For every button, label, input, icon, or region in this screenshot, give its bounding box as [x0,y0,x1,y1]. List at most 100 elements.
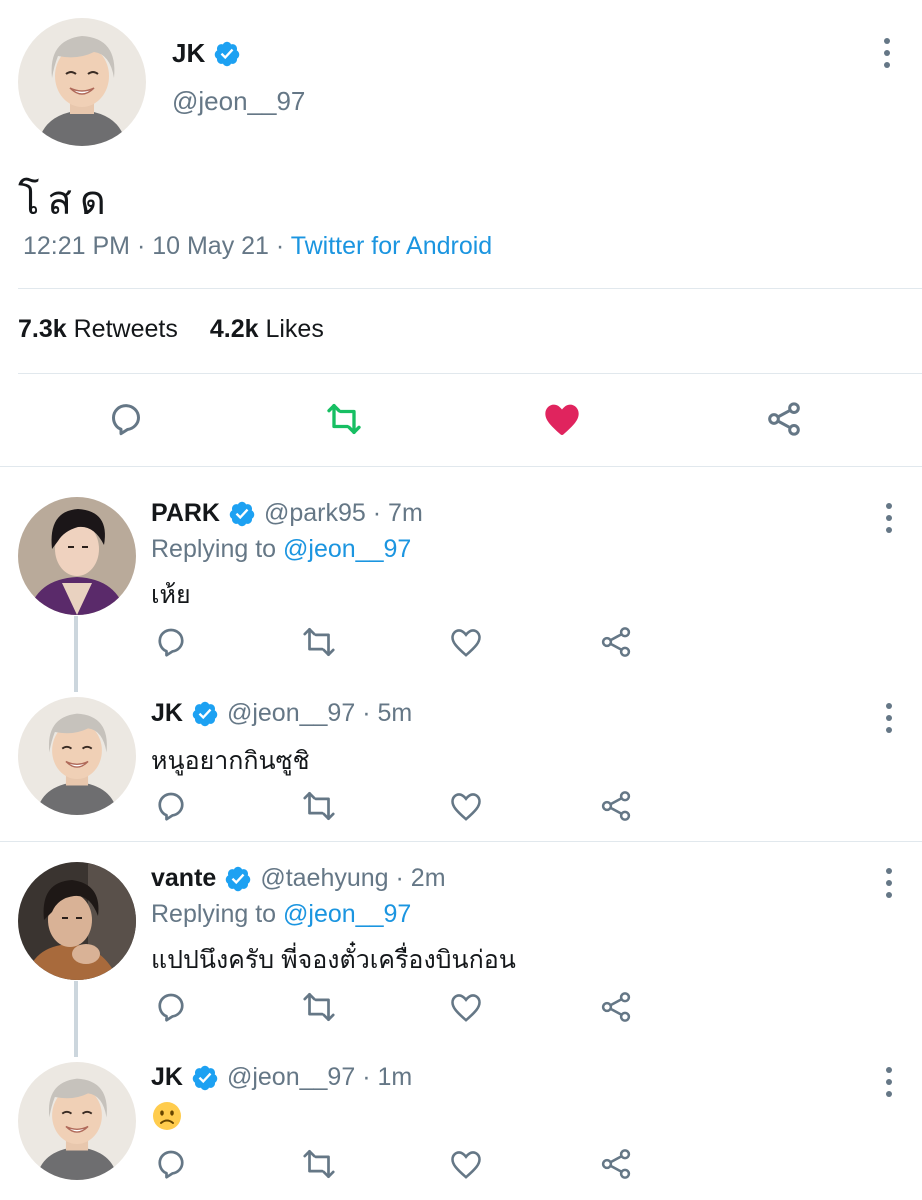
share-icon [768,402,800,436]
reply-text: เห้ย [151,581,191,609]
avatar-jk[interactable] [18,697,136,815]
reply-more-options-icon[interactable] [879,868,899,898]
reply-header: vante @taehyung · 2m [151,864,446,893]
replying-to-prefix: Replying to [151,535,284,563]
section-divider [0,841,922,842]
reply-icon [158,628,184,657]
reply-more-options-icon[interactable] [879,503,899,533]
verified-badge-icon [226,866,251,891]
avatar-jk[interactable] [18,18,146,146]
reply-text: แปปนึงครับ พี่จองตั๋วเครื่องบินก่อน [151,946,516,974]
retweet-icon [303,992,335,1022]
reply-icon [112,404,140,436]
reply-author-handle[interactable]: @park95 [264,499,366,527]
main-more-options-icon[interactable] [877,38,897,68]
share-button[interactable] [596,987,636,1027]
heart-filled-icon [545,404,579,435]
main-tweet-text: โสด [18,179,114,223]
heart-outline-icon [451,1151,481,1179]
like-button[interactable] [446,1144,486,1184]
replying-to-link[interactable]: @jeon__97 [283,900,411,928]
reply-text-emoji: 🙁 [151,1100,183,1139]
main-tweet-source[interactable]: Twitter for Android [291,232,492,260]
divider [18,288,922,289]
verified-badge-icon [229,501,255,526]
replying-to-prefix: Replying to [151,900,284,928]
share-icon [601,992,631,1022]
share-button[interactable] [596,622,636,662]
like-button[interactable] [446,622,486,662]
main-author-handle[interactable]: @jeon__97 [172,86,305,117]
share-icon [601,627,631,657]
share-button[interactable] [596,1144,636,1184]
replying-to: Replying to @jeon__97 [151,535,411,564]
verified-badge-icon [192,1065,218,1090]
avatar-park[interactable] [18,497,136,615]
main-tweet-time: 12:21 PM · 10 May 21 · [23,232,291,260]
thread-line [74,981,78,1057]
main-tweet-meta: 12:21 PM · 10 May 21 · Twitter for Andro… [23,232,492,261]
reply-time: · 5m [362,699,413,727]
reply-time: · 1m [362,1063,413,1091]
retweet-button[interactable] [324,399,364,439]
like-button[interactable] [542,399,582,439]
reply-button[interactable] [106,399,146,439]
retweet-button[interactable] [299,987,339,1027]
reply-author-name[interactable]: JK [151,1063,183,1092]
reply-icon [158,993,184,1022]
retweets-count: 7.3k [18,315,67,343]
retweets-label: Retweets [73,315,178,343]
reply-more-options-icon[interactable] [879,703,899,733]
replying-to: Replying to @jeon__97 [151,900,411,929]
retweet-icon [327,404,361,434]
like-button[interactable] [446,987,486,1027]
retweet-button[interactable] [299,786,339,826]
reply-author-name[interactable]: vante [151,864,216,893]
share-icon [601,1149,631,1179]
heart-outline-icon [451,629,481,657]
retweet-icon [303,791,335,821]
reply-icon [158,792,184,821]
heart-outline-icon [451,793,481,821]
reply-author-handle[interactable]: @taehyung [260,864,388,892]
share-icon [601,791,631,821]
reply-author-name[interactable]: PARK [151,499,220,528]
reply-button[interactable] [151,987,191,1027]
reply-header: JK @jeon__97 · 5m [151,699,412,728]
likes-label: Likes [265,315,324,343]
like-button[interactable] [446,786,486,826]
share-button[interactable] [596,786,636,826]
reply-author-handle[interactable]: @jeon__97 [227,699,355,727]
avatar-vante[interactable] [18,862,136,980]
reply-time: · 2m [395,864,446,892]
retweet-icon [303,1149,335,1179]
reply-author-handle[interactable]: @jeon__97 [227,1063,355,1091]
reply-time: · 7m [372,499,423,527]
divider [18,373,922,374]
heart-outline-icon [451,994,481,1022]
likes-count: 4.2k [209,315,259,343]
retweet-icon [303,627,335,657]
retweets-stat[interactable]: 7.3k Retweets [18,315,178,344]
retweet-button[interactable] [299,1144,339,1184]
section-divider [0,466,922,467]
likes-stat[interactable]: 4.2k Likes [210,315,324,344]
main-author-name-row[interactable]: JK [172,38,241,69]
replying-to-link[interactable]: @jeon__97 [283,535,411,563]
reply-button[interactable] [151,622,191,662]
reply-icon [158,1150,184,1179]
retweet-button[interactable] [299,622,339,662]
reply-header: JK @jeon__97 · 1m [151,1063,412,1092]
slightly-frowning-face-icon [153,1102,181,1130]
main-author-name[interactable]: JK [172,38,205,69]
reply-button[interactable] [151,1144,191,1184]
reply-header: PARK @park95 · 7m [151,499,423,528]
reply-text: หนูอยากกินซูชิ [151,747,310,775]
reply-button[interactable] [151,786,191,826]
reply-author-name[interactable]: JK [151,699,183,728]
thread-line [74,616,78,692]
avatar-jk[interactable] [18,1062,136,1180]
share-button[interactable] [764,399,804,439]
verified-badge-icon [192,701,218,726]
reply-more-options-icon[interactable] [879,1067,899,1097]
